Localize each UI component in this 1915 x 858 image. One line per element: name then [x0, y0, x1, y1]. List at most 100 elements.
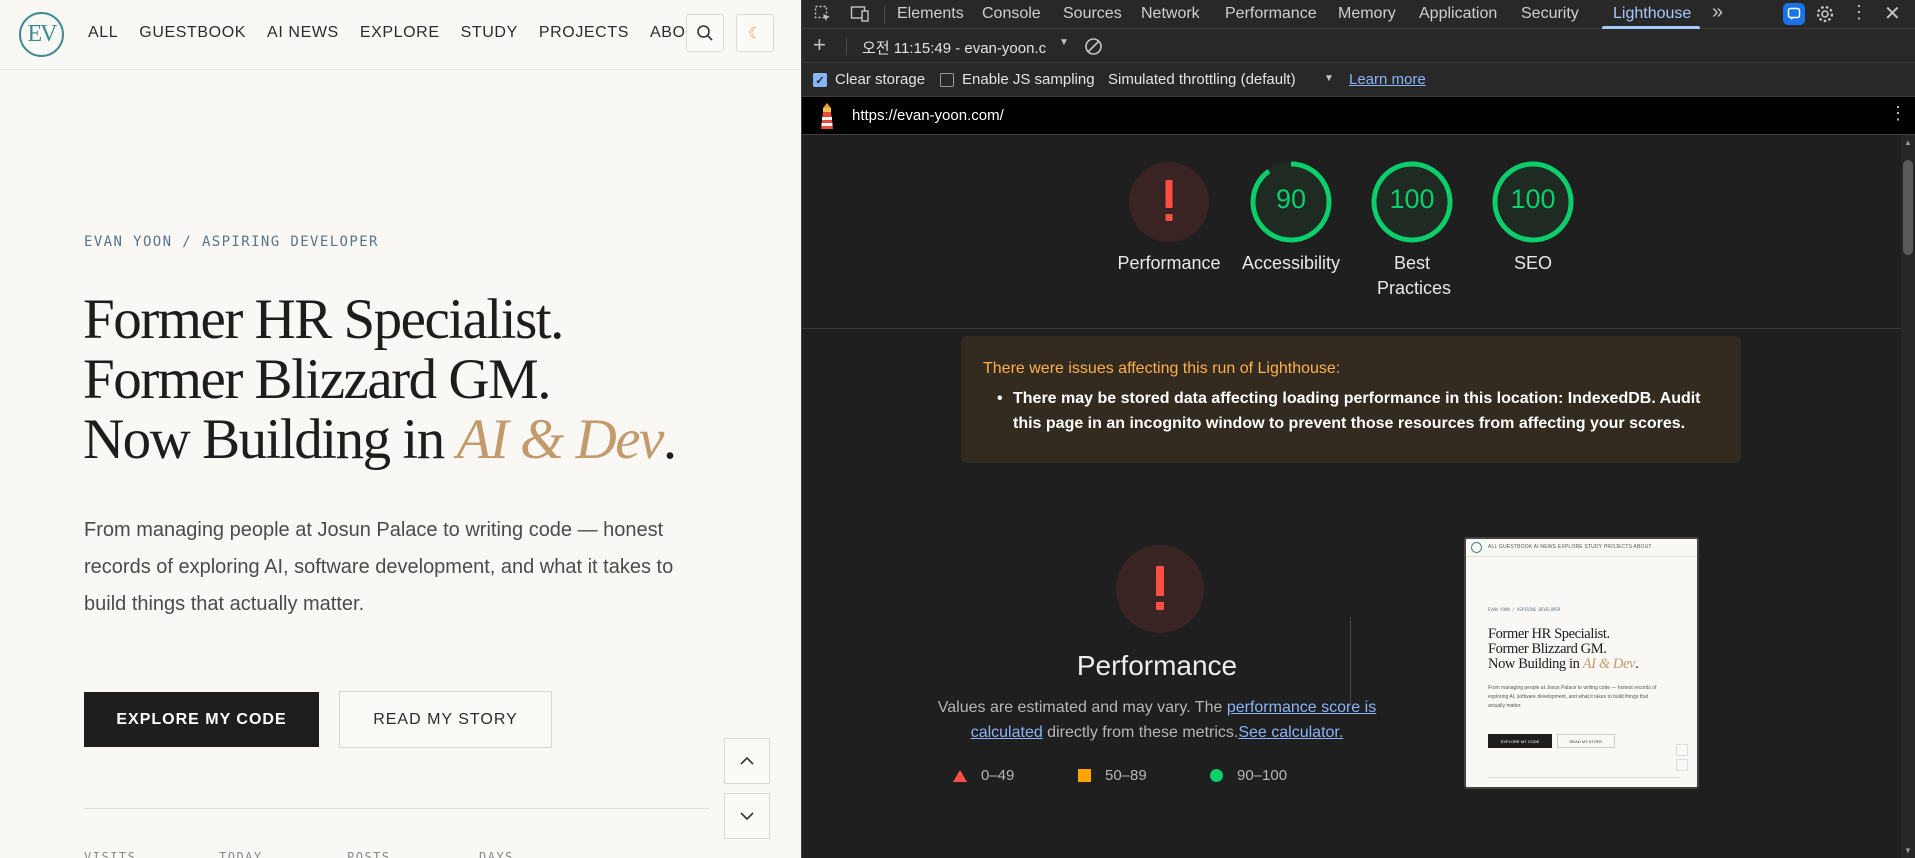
nav-all[interactable]: ALL: [88, 24, 118, 42]
site-logo[interactable]: EV: [19, 12, 64, 57]
theme-toggle-button[interactable]: ☾: [736, 14, 774, 52]
learn-more-link[interactable]: Learn more: [1349, 71, 1426, 88]
lighthouse-report: Performance 90 Accessibility 100 Best Pr…: [802, 135, 1902, 858]
tab-network[interactable]: Network: [1141, 5, 1200, 23]
triangle-icon: [953, 769, 967, 782]
final-screenshot-thumbnail[interactable]: ALL GUESTBOOK AI NEWS EXPLORE STUDY PROJ…: [1464, 537, 1699, 789]
gauge-best-practices[interactable]: 100 Best Practices: [1352, 160, 1472, 301]
read-story-button[interactable]: READ MY STORY: [339, 691, 552, 748]
gauge-seo[interactable]: 100 SEO: [1473, 160, 1593, 276]
gauge-performance[interactable]: Performance: [1109, 160, 1229, 276]
gauge-label-best-practices: Best Practices: [1377, 253, 1452, 298]
perf-desc-text-1: Values are estimated and may vary. The: [937, 699, 1227, 716]
js-sampling-checkbox[interactable]: [940, 73, 954, 87]
score-best-practices: 100: [1389, 184, 1435, 214]
nav-study[interactable]: STUDY: [461, 24, 518, 42]
warning-title: There were issues affecting this run of …: [983, 360, 1341, 377]
gauge-accessibility[interactable]: 90 Accessibility: [1231, 160, 1351, 276]
score-seo: 100: [1510, 184, 1556, 214]
devtools-panel: Elements Console Sources Network Perform…: [801, 0, 1915, 858]
nav-ai-news[interactable]: AI NEWS: [267, 24, 339, 42]
audited-url: https://evan-yoon.com/: [852, 107, 1004, 124]
performance-description: Values are estimated and may vary. The p…: [907, 695, 1407, 745]
inspect-element-icon[interactable]: [814, 5, 832, 23]
hero-lead: From managing people at Josun Palace to …: [84, 519, 674, 615]
error-icon: [1129, 162, 1209, 242]
thumb-lead: From managing people at Josun Palace to …: [1488, 685, 1657, 709]
thumb-eyebrow: EVAN YOON / ASPIRING DEVELOPER: [1488, 607, 1561, 612]
tab-memory[interactable]: Memory: [1338, 5, 1396, 23]
website-viewport: EV ALL GUESTBOOK AI NEWS EXPLORE STUDY P…: [0, 0, 800, 858]
thumb-scroll-up: [1676, 744, 1688, 756]
thumb-logo-icon: [1471, 542, 1482, 553]
legend-fail: 0–49: [953, 767, 1014, 784]
nav-projects[interactable]: PROJECTS: [539, 24, 629, 42]
site-header: EV ALL GUESTBOOK AI NEWS EXPLORE STUDY P…: [0, 0, 800, 70]
legend-average: 50–89: [1078, 767, 1147, 784]
tab-sources[interactable]: Sources: [1063, 5, 1122, 23]
run-warning-box: There were issues affecting this run of …: [961, 336, 1741, 463]
device-toolbar-icon[interactable]: [850, 5, 870, 23]
stats-row: VISITS TODAY POSTS DAYS: [84, 850, 514, 858]
settings-gear-icon[interactable]: [1815, 4, 1835, 24]
more-tabs-icon[interactable]: »: [1712, 1, 1723, 24]
close-devtools-icon[interactable]: ✕: [1884, 1, 1901, 26]
thumb-hero-line-1: Former HR Specialist.: [1488, 626, 1610, 642]
legend-pass: 90–100: [1210, 767, 1287, 784]
stat-label-visits: VISITS: [84, 850, 137, 858]
thumb-hero-accent: AI & Dev: [1582, 656, 1636, 672]
tab-elements[interactable]: Elements: [897, 5, 964, 23]
lighthouse-logo-icon: [821, 103, 833, 129]
hero-accent: AI & Dev: [456, 408, 664, 471]
thumb-header: ALL GUESTBOOK AI NEWS EXPLORE STUDY PROJ…: [1466, 539, 1697, 557]
lighthouse-options-toolbar: ✓ Clear storage Enable JS sampling Simul…: [802, 63, 1915, 97]
tab-lighthouse[interactable]: Lighthouse: [1613, 5, 1691, 23]
tab-application[interactable]: Application: [1419, 5, 1497, 23]
thumb-primary-button: EXPLORE MY CODE: [1488, 734, 1552, 748]
gauge-label-performance: Performance: [1117, 253, 1221, 273]
clear-reports-icon[interactable]: [1084, 37, 1103, 56]
legend-average-range: 50–89: [1105, 767, 1147, 784]
chevron-down-icon: [740, 812, 754, 821]
report-selector[interactable]: 오전 11:15:49 - evan-yoon.c: [862, 37, 1046, 58]
clear-storage-label: Clear storage: [835, 71, 926, 88]
hero-line-3-text: Now Building in: [83, 408, 457, 471]
explore-code-button[interactable]: EXPLORE MY CODE: [84, 692, 319, 747]
throttling-select[interactable]: Simulated throttling (default): [1108, 71, 1296, 88]
warning-item: There may be stored data affecting loadi…: [997, 386, 1719, 436]
ai-assistance-button[interactable]: [1783, 3, 1805, 25]
hero-eyebrow: EVAN YOON / ASPIRING DEVELOPER: [84, 234, 379, 250]
scroll-down-button[interactable]: [724, 793, 770, 839]
thumb-hero-line-2: Former Blizzard GM.: [1488, 641, 1607, 657]
devtools-tabbar: Elements Console Sources Network Perform…: [802, 0, 1915, 29]
scroll-down-arrow-icon[interactable]: ▼: [1904, 846, 1912, 855]
thumb-nav: ALL GUESTBOOK AI NEWS EXPLORE STUDY PROJ…: [1488, 544, 1652, 550]
new-report-icon[interactable]: +: [813, 32, 826, 58]
thumb-hero-line-3: Now Building in AI & Dev.: [1488, 656, 1639, 672]
report-scrollbar-thumb[interactable]: [1903, 160, 1913, 255]
tabbar-separator: [884, 6, 885, 24]
clear-storage-checkbox[interactable]: ✓: [813, 73, 827, 87]
square-icon: [1078, 769, 1091, 782]
scroll-up-arrow-icon[interactable]: ▲: [1904, 138, 1912, 147]
throttling-dropdown-icon[interactable]: ▼: [1324, 73, 1334, 84]
hero-period: .: [662, 408, 677, 471]
nav-guestbook[interactable]: GUESTBOOK: [139, 24, 246, 42]
circle-icon: [1210, 769, 1223, 782]
tab-security[interactable]: Security: [1521, 5, 1579, 23]
thumb-scroll-down: [1676, 759, 1688, 771]
more-options-icon[interactable]: ⋮: [1850, 2, 1868, 23]
chat-icon: [1787, 7, 1801, 20]
performance-section-title: Performance: [1076, 650, 1238, 681]
report-dropdown-icon[interactable]: ▼: [1059, 37, 1069, 48]
see-calculator-link[interactable]: See calculator.: [1238, 724, 1343, 741]
performance-error-icon: [1116, 545, 1204, 633]
search-button[interactable]: [686, 14, 724, 52]
nav-explore[interactable]: EXPLORE: [360, 24, 440, 42]
tab-console[interactable]: Console: [982, 5, 1041, 23]
chevron-up-icon: [740, 756, 754, 765]
lighthouse-report-toolbar: + 오전 11:15:49 - evan-yoon.c ▼: [802, 29, 1915, 63]
url-bar-menu-icon[interactable]: ⋮: [1889, 103, 1907, 124]
tab-performance[interactable]: Performance: [1225, 5, 1317, 23]
scroll-up-button[interactable]: [724, 738, 770, 784]
